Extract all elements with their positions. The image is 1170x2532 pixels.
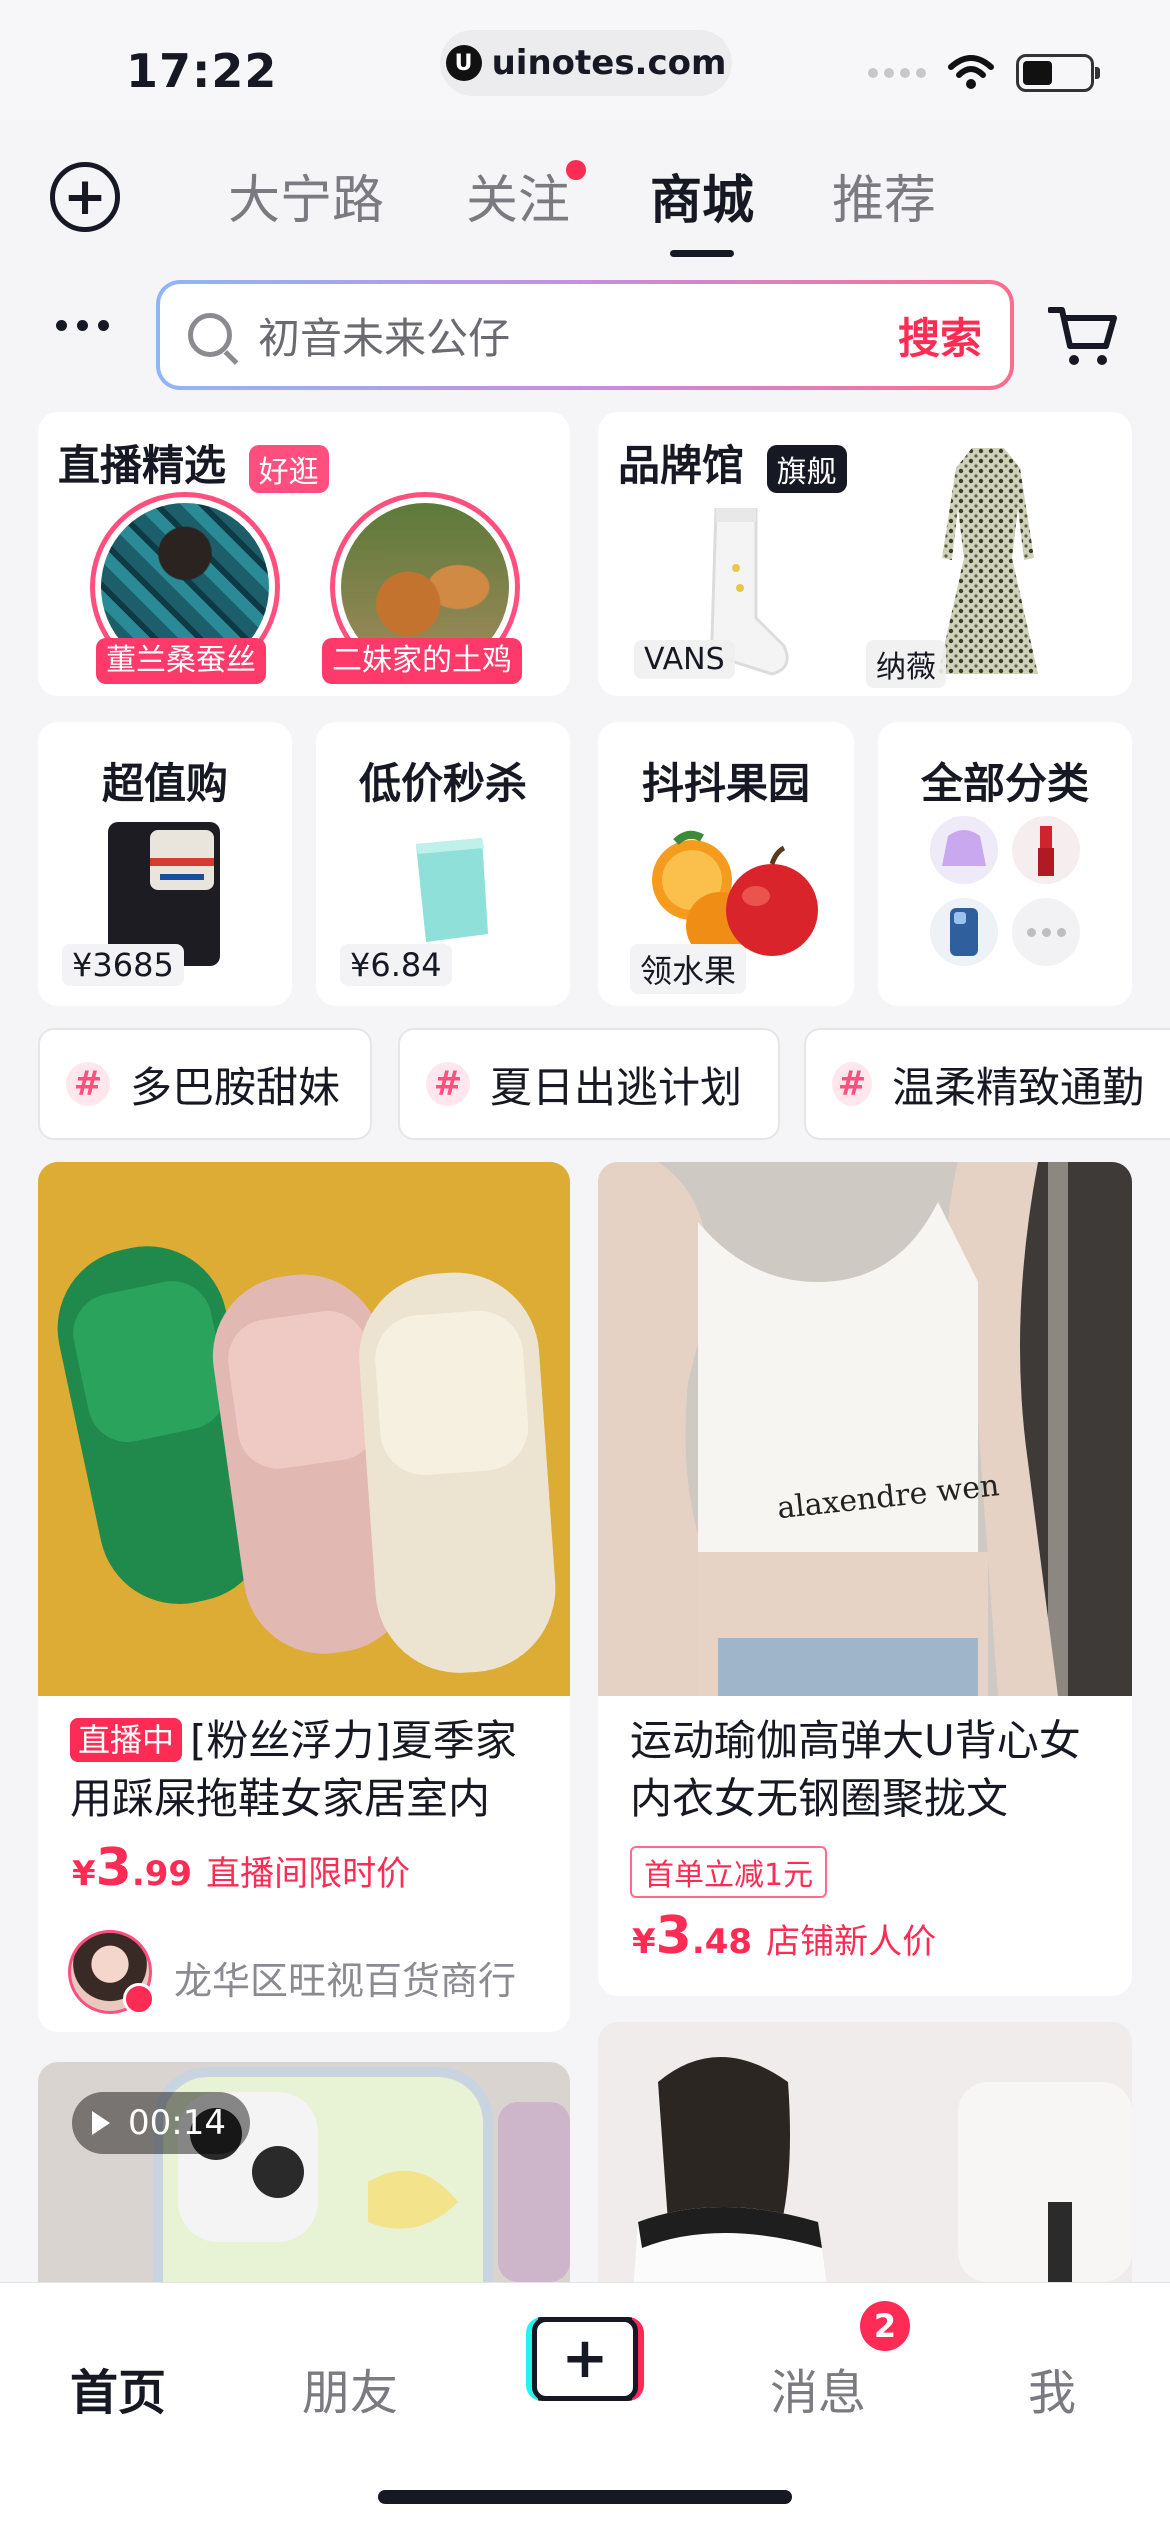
more-categories-icon[interactable] <box>1012 898 1080 966</box>
wifi-icon <box>948 55 994 89</box>
notification-dot <box>566 160 587 180</box>
live-picks-title-text: 直播精选 <box>58 441 227 490</box>
mini-card-price: 领水果 <box>630 944 747 994</box>
product-title: 直播中 [粉丝浮力]夏季家用踩屎拖鞋女家居室内 <box>70 1712 542 1828</box>
live-indicator-icon <box>123 1983 155 2015</box>
tab-recommend[interactable]: 推荐 <box>832 158 936 233</box>
product-price: ¥3.99 直播间限时价 <box>72 1838 410 1898</box>
create-button[interactable]: + <box>526 2317 644 2401</box>
tab-local[interactable]: 大宁路 <box>228 158 384 233</box>
status-icons <box>868 54 1100 92</box>
search-button[interactable]: 搜索 <box>898 305 982 366</box>
hashtag-icon: # <box>426 1062 470 1106</box>
price-integer: 3 <box>95 1838 132 1898</box>
tab-following[interactable]: 关注 <box>466 158 587 233</box>
product-card[interactable]: alaxendre wen 运动瑜伽高弹大U背心女 内衣女无钢圈聚拢文 首单立减… <box>598 1162 1132 1996</box>
price-decimal: .48 <box>691 1922 753 1962</box>
search-row: 初音未来公仔 搜索 <box>0 280 1170 390</box>
product-card[interactable]: 直播中 [粉丝浮力]夏季家用踩屎拖鞋女家居室内 ¥3.99 直播间限时价 龙华区旺视… <box>38 1162 570 2032</box>
live-picks-card[interactable]: 直播精选 好逛 董兰桑蚕丝 二妹家的土鸡 <box>38 412 570 696</box>
category-thumb <box>1012 816 1080 884</box>
tab-friends[interactable]: 朋友 <box>302 2353 398 2423</box>
play-icon[interactable] <box>92 2111 110 2135</box>
live-picks-title: 直播精选 好逛 <box>58 432 329 493</box>
live-room-name: 董兰桑蚕丝 <box>96 638 266 684</box>
price-currency: ¥ <box>72 1854 96 1894</box>
live-room-name: 二妹家的土鸡 <box>322 638 522 684</box>
mini-card-title: 全部分类 <box>920 759 1089 808</box>
top-nav: + 大宁路 关注 商城 推荐 <box>0 140 1170 260</box>
live-now-badge: 直播中 <box>70 1718 183 1762</box>
product-title: 运动瑜伽高弹大U背心女 内衣女无钢圈聚拢文 <box>630 1716 1081 1823</box>
flash-sale-card[interactable]: 低价秒杀 ¥6.84 <box>316 722 570 1006</box>
tab-mall[interactable]: 商城 <box>650 158 755 257</box>
tab-messages[interactable]: 消息 <box>770 2353 866 2423</box>
topic-label: 温柔精致通勤 <box>891 1062 1144 1112</box>
topic-chip[interactable]: # 夏日出逃计划 <box>398 1028 780 1140</box>
topic-chip[interactable]: # 温柔精致通勤 <box>804 1028 1170 1140</box>
price-note: 直播间限时价 <box>206 1854 411 1894</box>
all-categories-card[interactable]: 全部分类 <box>878 722 1132 1006</box>
search-input[interactable]: 初音未来公仔 <box>258 305 898 366</box>
plus-icon: + <box>532 2317 638 2401</box>
signal-icon <box>868 68 926 78</box>
site-logo-icon: U <box>445 45 482 81</box>
hashtag-icon: # <box>832 1062 872 1106</box>
value-deals-card[interactable]: 超值购 ¥3685 <box>38 722 292 1006</box>
tab-following-label: 关注 <box>466 171 571 231</box>
mini-card-title: 超值购 <box>101 759 228 808</box>
topic-label: 多巴胺甜妹 <box>130 1062 341 1112</box>
tab-me[interactable]: 我 <box>1028 2353 1076 2423</box>
price-note: 店铺新人价 <box>766 1922 937 1962</box>
tab-home[interactable]: 首页 <box>70 2353 166 2423</box>
price-decimal: .99 <box>131 1854 193 1894</box>
brand-hall-card[interactable]: 品牌馆 旗舰 VANS 纳薇 <box>598 412 1132 696</box>
video-duration: 00:14 <box>72 2092 250 2154</box>
brand-hall-title: 品牌馆 旗舰 <box>618 432 847 493</box>
brand-hall-tag: 旗舰 <box>766 444 847 493</box>
brand-name: VANS <box>634 640 735 679</box>
search-icon <box>188 313 232 357</box>
mat-image <box>416 838 488 942</box>
live-picks-tag: 好逛 <box>248 444 329 493</box>
more-icon[interactable] <box>56 320 109 331</box>
product-price: ¥3.48 店铺新人价 <box>632 1906 936 1966</box>
cart-icon[interactable] <box>1048 304 1118 368</box>
price-integer: 3 <box>655 1906 692 1966</box>
mini-card-title: 低价秒杀 <box>358 759 527 808</box>
orchard-card[interactable]: 抖抖果园 领水果 <box>598 722 854 1006</box>
url-pill: U uinotes.com <box>440 30 732 96</box>
message-badge: 2 <box>860 2301 910 2351</box>
url-text: uinotes.com <box>491 43 727 83</box>
status-bar: 17:22 U uinotes.com <box>0 0 1170 120</box>
add-icon[interactable]: + <box>50 162 120 232</box>
brand-hall-title-text: 品牌馆 <box>618 441 745 490</box>
tab-mall-label: 商城 <box>650 171 755 231</box>
active-tab-indicator <box>670 250 734 257</box>
price-currency: ¥ <box>632 1922 656 1962</box>
dress-image <box>938 448 1038 674</box>
product-image <box>38 1162 570 1696</box>
hashtag-icon: # <box>66 1062 110 1106</box>
mini-card-price: ¥3685 <box>62 944 184 986</box>
topic-label: 夏日出逃计划 <box>490 1062 743 1112</box>
mini-card-price: ¥6.84 <box>340 944 452 986</box>
home-indicator <box>378 2490 792 2504</box>
search-box[interactable]: 初音未来公仔 搜索 <box>156 280 1014 390</box>
topic-chip[interactable]: # 多巴胺甜妹 <box>38 1028 372 1140</box>
product-image: alaxendre wen <box>598 1162 1132 1696</box>
mini-card-title: 抖抖果园 <box>641 759 810 808</box>
status-time: 17:22 <box>126 44 278 98</box>
category-thumb <box>930 898 998 966</box>
coupon-tag[interactable]: 首单立减1元 <box>630 1846 828 1898</box>
video-time: 00:14 <box>128 2103 226 2143</box>
brand-name: 纳薇 <box>866 640 946 688</box>
shop-name[interactable]: 龙华区旺视百货商行 <box>174 1950 516 2005</box>
shop-avatar[interactable] <box>68 1930 155 2015</box>
category-thumb <box>930 816 998 884</box>
battery-icon <box>1016 54 1100 92</box>
